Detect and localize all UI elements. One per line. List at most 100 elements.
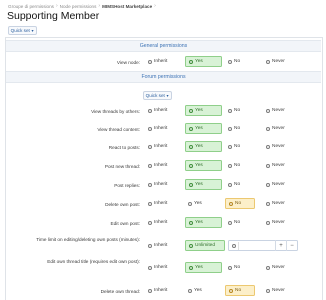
never-option[interactable]: Never [263, 179, 303, 190]
radio-icon[interactable] [189, 243, 193, 248]
radio-icon[interactable] [228, 59, 232, 64]
minutes-stepper[interactable]: + − [228, 240, 298, 251]
inherit-option[interactable]: Inherit [145, 56, 181, 67]
inherit-option[interactable]: Inherit [145, 285, 181, 296]
yes-option[interactable]: Yes [185, 105, 222, 116]
breadcrumb-item[interactable]: Node permissions [60, 4, 97, 9]
radio-icon[interactable] [229, 288, 233, 293]
no-label: No [234, 126, 241, 131]
radio-icon[interactable] [228, 265, 232, 270]
radio-icon[interactable] [188, 288, 192, 293]
permission-row: View threads by others: Inherit Yes No Never [6, 105, 321, 117]
yes-label: Yes [195, 265, 203, 270]
radio-icon[interactable] [228, 220, 232, 225]
radio-icon[interactable] [228, 182, 232, 187]
radio-icon[interactable] [148, 126, 152, 131]
increment-button[interactable]: + [275, 240, 286, 251]
never-option[interactable]: Never [263, 217, 303, 228]
inherit-option[interactable]: Inherit [145, 198, 181, 209]
radio-icon[interactable] [266, 59, 270, 64]
radio-icon[interactable] [189, 182, 193, 187]
radio-icon[interactable] [232, 243, 236, 248]
radio-icon[interactable] [148, 108, 152, 113]
radio-icon[interactable] [228, 108, 232, 113]
radio-icon[interactable] [188, 201, 192, 206]
never-option[interactable]: Never [263, 262, 303, 273]
inherit-option[interactable]: Inherit [145, 179, 181, 190]
never-option[interactable]: Never [263, 285, 303, 296]
inherit-option[interactable]: Inherit [145, 105, 181, 116]
radio-icon[interactable] [189, 144, 193, 149]
yes-option[interactable]: Yes [185, 285, 222, 296]
yes-option[interactable]: Yes [185, 141, 222, 152]
radio-icon[interactable] [229, 201, 233, 206]
radio-icon[interactable] [266, 163, 270, 168]
inherit-option[interactable]: Inherit [145, 123, 181, 134]
radio-icon[interactable] [228, 163, 232, 168]
yes-option[interactable]: Yes [185, 217, 222, 228]
yes-option[interactable]: Yes [185, 198, 222, 209]
radio-icon[interactable] [266, 108, 270, 113]
radio-icon[interactable] [189, 108, 193, 113]
never-label: Never [272, 126, 285, 131]
radio-icon[interactable] [266, 182, 270, 187]
permission-label: Delete own thread: [100, 288, 140, 294]
radio-icon[interactable] [148, 243, 152, 248]
inherit-option[interactable]: Inherit [145, 262, 181, 273]
radio-icon[interactable] [148, 182, 152, 187]
inherit-option[interactable]: Inherit [145, 240, 181, 251]
yes-option[interactable]: Yes [185, 123, 222, 134]
yes-option[interactable]: Yes [185, 262, 222, 273]
radio-icon[interactable] [266, 288, 270, 293]
no-option[interactable]: No [225, 160, 255, 171]
never-option[interactable]: Never [263, 123, 303, 134]
no-option[interactable]: No [225, 123, 255, 134]
radio-icon[interactable] [189, 265, 193, 270]
radio-icon[interactable] [266, 201, 270, 206]
radio-icon[interactable] [148, 163, 152, 168]
yes-option[interactable]: Yes [185, 179, 222, 190]
radio-icon[interactable] [148, 265, 152, 270]
radio-icon[interactable] [266, 220, 270, 225]
no-option[interactable]: No [225, 141, 255, 152]
no-option[interactable]: No [225, 217, 255, 228]
radio-icon[interactable] [148, 220, 152, 225]
radio-icon[interactable] [228, 144, 232, 149]
no-option[interactable]: No [225, 262, 255, 273]
radio-icon[interactable] [266, 265, 270, 270]
minutes-input[interactable] [238, 241, 275, 250]
never-option[interactable]: Never [263, 141, 303, 152]
radio-icon[interactable] [228, 126, 232, 131]
quick-set-button[interactable]: Quick set ▼ [8, 26, 37, 35]
radio-icon[interactable] [148, 144, 152, 149]
breadcrumb-item[interactable]: Groupe di permissions [8, 4, 54, 9]
radio-icon[interactable] [266, 126, 270, 131]
inherit-option[interactable]: Inherit [145, 141, 181, 152]
yes-option[interactable]: Yes [185, 56, 222, 67]
radio-icon[interactable] [148, 59, 152, 64]
never-option[interactable]: Never [263, 56, 303, 67]
inherit-option[interactable]: Inherit [145, 217, 181, 228]
radio-icon[interactable] [148, 288, 152, 293]
yes-option[interactable]: Yes [185, 160, 222, 171]
unlimited-option[interactable]: Unlimited [185, 240, 225, 251]
radio-icon[interactable] [189, 59, 193, 64]
no-option[interactable]: No [225, 285, 255, 296]
radio-icon[interactable] [148, 201, 152, 206]
forum-quick-set-button[interactable]: Quick set ▼ [143, 91, 172, 100]
radio-icon[interactable] [189, 163, 193, 168]
radio-icon[interactable] [189, 126, 193, 131]
no-option[interactable]: No [225, 198, 255, 209]
inherit-option[interactable]: Inherit [145, 160, 181, 171]
never-option[interactable]: Never [263, 105, 303, 116]
radio-icon[interactable] [189, 220, 193, 225]
radio-icon[interactable] [266, 144, 270, 149]
decrement-button[interactable]: − [286, 240, 297, 251]
breadcrumb-item[interactable]: MIMSHost Marketplace [102, 4, 152, 9]
no-option[interactable]: No [225, 179, 255, 190]
never-option[interactable]: Never [263, 198, 303, 209]
no-option[interactable]: No [225, 56, 255, 67]
never-option[interactable]: Never [263, 160, 303, 171]
inherit-label: Inherit [154, 243, 168, 248]
no-option[interactable]: No [225, 105, 255, 116]
